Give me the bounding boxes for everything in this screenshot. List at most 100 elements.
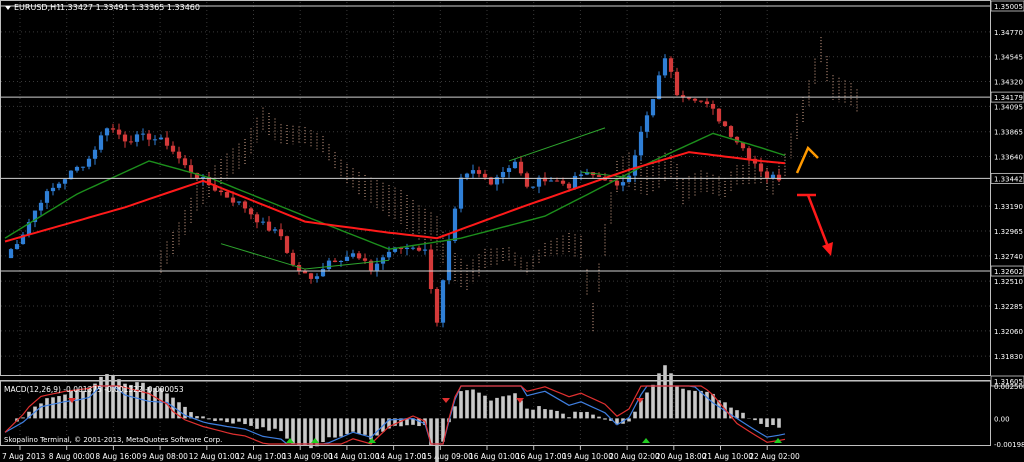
candle-body xyxy=(698,100,704,102)
candle-body xyxy=(218,190,224,193)
candle-body xyxy=(728,126,734,137)
candle-body xyxy=(302,271,308,274)
price-tick-label: 1.33865 xyxy=(994,129,1023,137)
candle-body xyxy=(62,179,68,184)
candle-body xyxy=(128,141,134,143)
candle-body xyxy=(320,268,326,277)
macd-tick-label: 0.00 xyxy=(994,415,1010,423)
candle-body xyxy=(656,75,662,100)
candle-body xyxy=(716,108,722,122)
candle-body xyxy=(632,155,638,176)
time-tick-label: 22 Aug 02:00 xyxy=(749,452,800,461)
candle-body xyxy=(446,240,452,281)
time-tick-label: 15 Aug 09:00 xyxy=(422,452,473,461)
candle-body xyxy=(362,258,368,261)
candle-body xyxy=(686,97,692,99)
candle-body xyxy=(56,183,62,188)
candle-body xyxy=(434,288,440,323)
candle-body xyxy=(332,260,338,263)
price-tick-label: 1.33640 xyxy=(994,154,1023,162)
forecast-arrows xyxy=(795,145,833,256)
candle-body xyxy=(404,247,410,250)
time-tick-label: 20 Aug 02:00 xyxy=(609,452,660,461)
candle-body xyxy=(86,158,92,167)
arrow-head xyxy=(822,242,833,256)
candle-body xyxy=(38,202,44,211)
price-tick-label: 1.34320 xyxy=(994,79,1023,87)
price-tick-label: 1.32602 xyxy=(994,268,1023,276)
candle-body xyxy=(644,115,650,132)
candle-body xyxy=(236,201,242,203)
price-tick-label: 1.32965 xyxy=(994,228,1023,236)
candle-body xyxy=(260,221,266,223)
candle-body xyxy=(482,173,488,178)
time-tick-label: 12 Aug 01:00 xyxy=(189,452,240,461)
candle-body xyxy=(110,128,116,130)
candle-body xyxy=(50,187,56,192)
macd-tick-label: 0.002508 xyxy=(994,383,1024,391)
candle-body xyxy=(758,163,764,172)
candle-body xyxy=(158,137,164,140)
candle-body xyxy=(560,180,566,184)
candle-body xyxy=(548,180,554,182)
candle-body xyxy=(224,192,230,198)
candle-body xyxy=(308,273,314,279)
candle-body xyxy=(230,197,236,203)
time-tick-label: 14 Aug 01:00 xyxy=(329,452,380,461)
candle-body xyxy=(614,180,620,186)
candle-body xyxy=(596,175,602,177)
time-tick-label: 19 Aug 10:00 xyxy=(562,452,613,461)
candle-body xyxy=(272,229,278,231)
candle-body xyxy=(518,161,524,174)
price-tick-label: 1.34770 xyxy=(994,29,1023,37)
down-arrow-icon xyxy=(806,194,832,253)
candle-body xyxy=(674,71,680,96)
candle-body xyxy=(266,221,272,231)
triangle-down-icon xyxy=(5,6,11,10)
candle-body xyxy=(242,201,248,209)
candle-body xyxy=(116,129,122,135)
price-tick-label: 1.32740 xyxy=(994,253,1023,261)
candle-body xyxy=(428,249,434,289)
candle-body xyxy=(338,260,344,263)
time-tick-label: 16 Aug 01:00 xyxy=(469,452,520,461)
time-tick-label: 12 Aug 17:00 xyxy=(236,452,287,461)
candle-body xyxy=(170,145,176,152)
candle-body xyxy=(344,256,350,261)
price-tick-label: 1.32285 xyxy=(994,303,1023,311)
candle-body xyxy=(440,280,446,323)
trendline[interactable] xyxy=(508,127,606,162)
candle-body xyxy=(578,174,584,176)
candle-body xyxy=(710,103,716,109)
price-tick-label: 1.33442 xyxy=(994,175,1023,183)
ohlc-readout: 1.33427 1.33491 1.33365 1.33460 xyxy=(60,3,200,12)
time-axis: 7 Aug 2013 8 Aug 00:00 8 Aug 16:00 9 Aug 08… xyxy=(2,446,800,461)
candle-body xyxy=(776,174,782,181)
trading-chart[interactable]: 1.35005 1.34770 1.34545 1.34320 1.341791.340… xyxy=(0,0,1024,462)
candle-body xyxy=(74,166,80,171)
price-tick-label: 1.34545 xyxy=(994,54,1023,62)
price-tick-label: 1.35005 xyxy=(994,3,1023,11)
macd-pane: 0.002508 0.00 -0.001986 xyxy=(4,365,1024,462)
time-tick-label: 20 Aug 18:00 xyxy=(656,452,707,461)
candle-body xyxy=(662,58,668,76)
candle-body xyxy=(284,236,290,253)
time-tick-label: 9 Aug 08:00 xyxy=(142,452,188,461)
candle-body xyxy=(8,249,14,259)
candle-body xyxy=(254,214,260,223)
candle-body xyxy=(566,183,572,189)
price-tick-label: 1.32060 xyxy=(994,328,1023,336)
candle-body xyxy=(326,260,332,269)
candle-body xyxy=(668,58,674,72)
symbol-header: EURUSD,H1 1.33427 1.33491 1.33365 1.3346… xyxy=(5,3,200,12)
price-tick-label: 1.34095 xyxy=(994,103,1023,111)
candle-body xyxy=(722,121,728,127)
macd-tick-label: -0.001986 xyxy=(994,441,1024,449)
time-tick-label: 13 Aug 09:00 xyxy=(282,452,333,461)
candle-body xyxy=(500,171,506,178)
candle-body xyxy=(122,134,128,142)
candle-body xyxy=(350,253,356,257)
time-tick-label: 16 Aug 17:00 xyxy=(516,452,567,461)
candle-body xyxy=(92,149,98,159)
candle-body xyxy=(356,253,362,259)
